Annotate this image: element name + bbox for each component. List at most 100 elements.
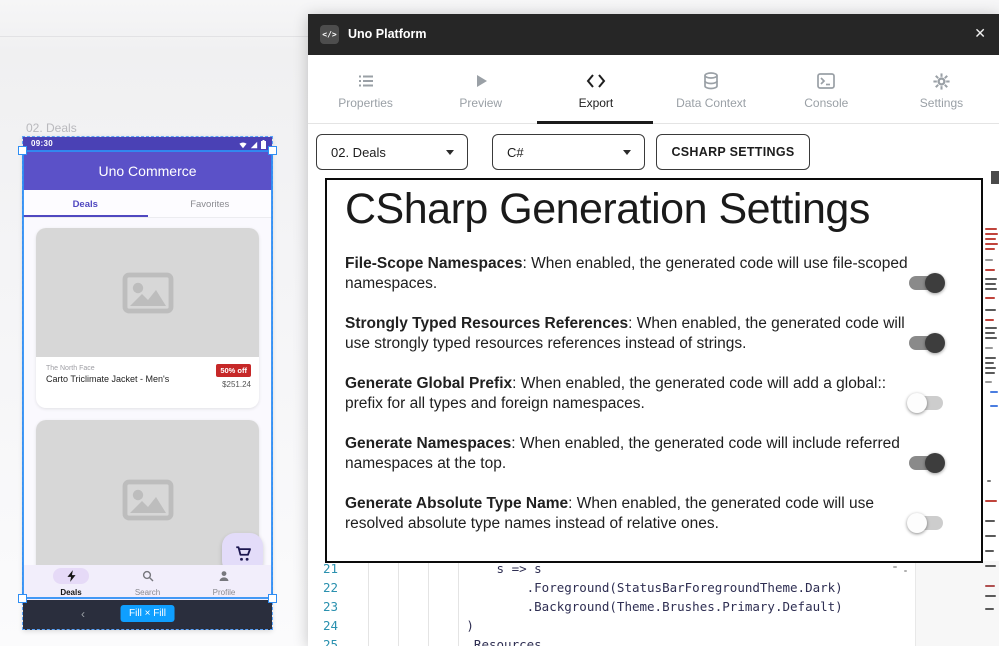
selection-handle[interactable] [268,146,277,155]
nav-item-deals[interactable]: Deals [45,565,97,600]
tab-settings[interactable]: Settings [884,55,999,123]
product-price: $251.24 [222,380,251,389]
minimap-mark [990,391,998,393]
phone-tab-favorites[interactable]: Favorites [148,190,273,217]
minimap-mark [985,259,993,261]
minimap-slider[interactable] [991,171,999,184]
nav-label: Deals [45,588,97,597]
chevron-down-icon [623,150,631,155]
nav-item-search[interactable]: Search [122,565,174,600]
figma-size-badge: Fill × Fill [120,605,175,622]
wifi-icon [239,141,247,149]
list-icon [308,71,423,91]
toggle-knob [907,513,927,533]
selection-handle[interactable] [18,594,27,603]
panel-title: Uno Platform [348,27,426,41]
csharp-settings-modal: CSharp Generation Settings File-Scope Na… [325,178,983,563]
setting-row-generate-absolute-type-name: Generate Absolute Type Name: When enable… [345,494,919,534]
uno-platform-panel: </> Uno Platform ✕ Properties Preview [308,14,999,646]
code-brackets-icon: </> [320,25,339,44]
minimap-mark [985,362,994,364]
language-select[interactable]: C# [492,134,645,170]
minimap-column[interactable] [915,561,999,646]
nav-label: Profile [198,588,250,597]
signal-icon [250,141,258,149]
toggle-generate-absolute-type-name[interactable] [909,516,943,530]
minimap-mark [985,248,995,250]
nav-label: Search [122,588,174,597]
phone-tab-deals[interactable]: Deals [23,190,148,217]
nav-pill [53,568,89,584]
minimap-mark [985,520,995,522]
code-line: 21 s => s [308,561,999,580]
minimap-mark [985,278,997,280]
code-editor[interactable]: 21 s => s 22 .Foreground(StatusBarForegr… [308,561,999,646]
panel-header: </> Uno Platform ✕ [308,14,999,55]
tab-preview[interactable]: Preview [423,55,538,123]
nav-item-profile[interactable]: Profile [198,565,250,600]
minimap-mark [985,243,998,245]
minimap-mark [985,585,995,587]
minimap-mark [985,233,998,235]
chevron-down-icon [446,150,454,155]
minimap-mark [985,332,995,334]
setting-row-generate-global-prefix: Generate Global Prefix: When enabled, th… [345,374,919,414]
csharp-settings-button[interactable]: CSHARP SETTINGS [656,134,810,170]
phone-frame[interactable]: 09:30 Uno Commerce Deals Favorites [23,137,272,630]
tab-properties[interactable]: Properties [308,55,423,123]
image-placeholder-icon [122,479,174,521]
phone-tab-indicator [23,215,148,217]
phone-app-bar: Uno Commerce [23,151,272,190]
minimap-mark [985,228,997,230]
minimap-mark [987,480,991,482]
close-icon[interactable]: ✕ [974,25,986,42]
play-icon [423,71,538,91]
toggle-strongly-typed-resources[interactable] [909,336,943,350]
export-toolbar: 02. Deals C# CSHARP SETTINGS [308,124,999,184]
minimap-mark [893,566,897,568]
setting-row-strongly-typed-resources: Strongly Typed Resources References: Whe… [345,314,919,354]
product-info: The North Face Carto Triclimate Jacket -… [36,357,259,408]
setting-row-generate-namespaces: Generate Namespaces: When enabled, the g… [345,434,919,474]
nav-pill [130,568,166,584]
status-time: 09:30 [31,139,53,148]
product-card[interactable]: The North Face Carto Triclimate Jacket -… [36,228,259,408]
screen: 02. Deals 09:30 Uno Commerce Deals Favor… [0,0,999,646]
tab-console[interactable]: Console [769,55,884,123]
selection-handle[interactable] [268,594,277,603]
minimap-mark [985,327,997,329]
toggle-file-scope-namespaces[interactable] [909,276,943,290]
minimap-mark [985,608,994,610]
back-chevron-icon[interactable]: ‹ [81,607,85,621]
minimap-mark [985,319,994,321]
tab-data-context[interactable]: Data Context [654,55,769,123]
minimap-mark [985,357,996,359]
screen-select[interactable]: 02. Deals [316,134,468,170]
phone-content: The North Face Carto Triclimate Jacket -… [23,218,272,565]
phone-tab-bar: Deals Favorites [23,190,272,218]
phone-app-title: Uno Commerce [23,163,272,179]
minimap-mark [985,372,995,374]
frame-label[interactable]: 02. Deals [26,121,77,135]
toggle-generate-global-prefix[interactable] [909,396,943,410]
toggle-generate-namespaces[interactable] [909,456,943,470]
minimap-mark [985,367,996,369]
panel-tab-strip: Properties Preview Export Data Context [308,55,999,124]
tab-export[interactable]: Export [538,55,653,123]
minimap-mark [985,337,997,339]
toggle-knob [925,333,945,353]
selection-handle[interactable] [18,146,27,155]
bolt-icon [67,570,76,582]
phone-status-bar: 09:30 [23,137,272,151]
search-icon [142,570,154,582]
discount-badge: 50% off [216,364,251,377]
minimap-mark [985,283,996,285]
phone-bottom-nav: Deals Search Profile [23,565,272,600]
minimap-mark [985,288,997,290]
toggle-knob [907,393,927,413]
minimap-mark [985,269,995,271]
product-image-placeholder [36,228,259,357]
cart-icon [234,545,252,563]
code-line: 25 Resources [308,637,999,646]
minimap-mark [904,570,907,572]
